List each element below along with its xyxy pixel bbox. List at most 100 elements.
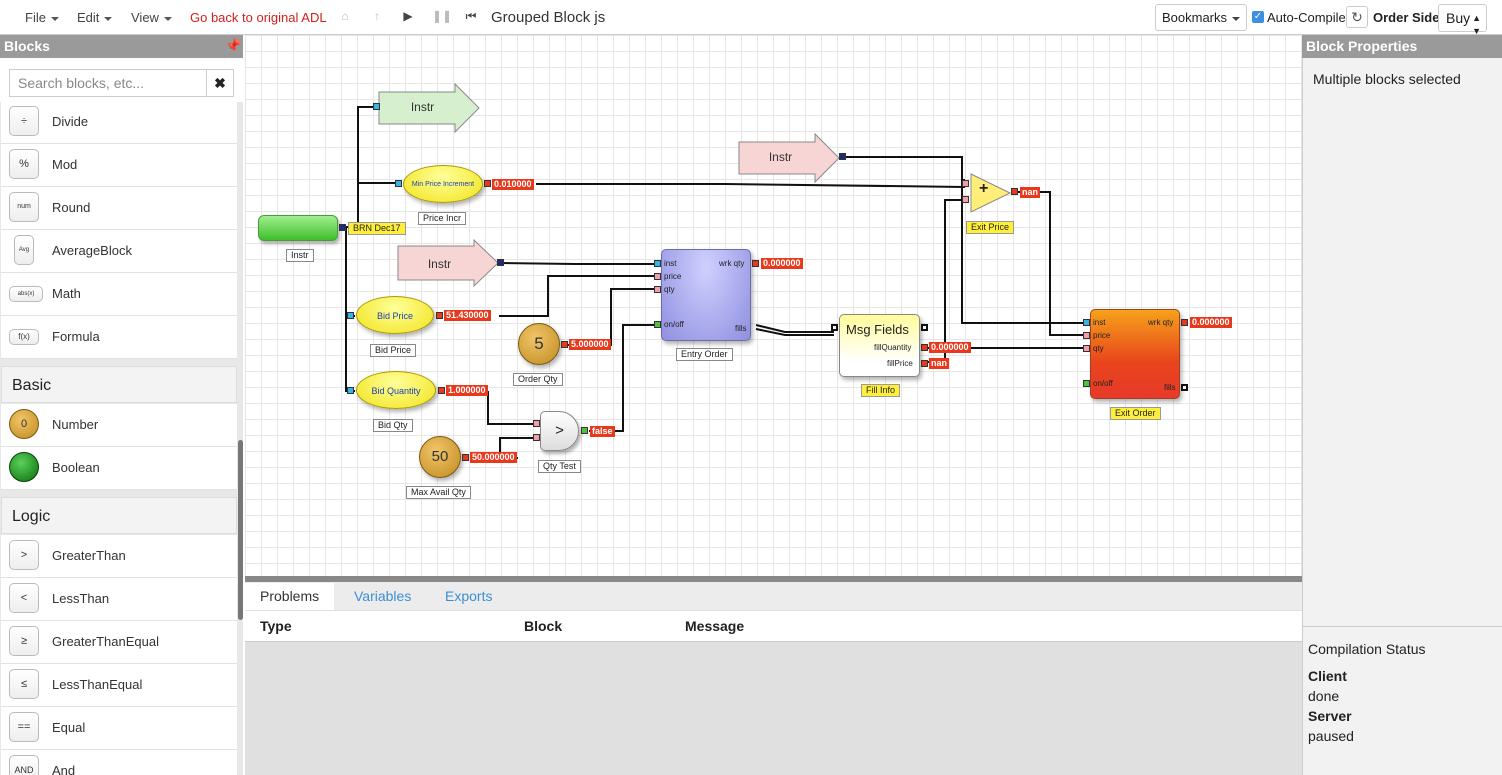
block-item-formula[interactable]: f(x) Formula	[1, 316, 237, 359]
chevron-down-icon	[163, 16, 172, 21]
go-back-link[interactable]: Go back to original ADL	[190, 10, 327, 25]
port-icon[interactable]	[462, 454, 469, 461]
port-icon[interactable]	[561, 341, 568, 348]
port-icon[interactable]	[347, 312, 354, 319]
min-price-inc-block[interactable]: Min Price Increment	[403, 165, 483, 203]
tab-variables[interactable]: Variables	[339, 583, 426, 610]
pause-icon[interactable]: ❚❚	[432, 9, 452, 23]
port-icon[interactable]	[1083, 345, 1090, 352]
port-icon[interactable]	[533, 434, 540, 441]
column-message[interactable]: Message	[685, 618, 744, 634]
port-icon[interactable]	[654, 286, 661, 293]
block-item-equal[interactable]: == Equal	[1, 707, 237, 750]
port-icon[interactable]	[395, 180, 402, 187]
menu-file[interactable]: File	[25, 10, 59, 25]
block-item-mod[interactable]: % Mod	[1, 144, 237, 187]
port-icon[interactable]	[654, 260, 661, 267]
port-icon[interactable]	[347, 387, 354, 394]
block-item-greaterthanequal[interactable]: ≥ GreaterThanEqual	[1, 621, 237, 664]
mod-icon: %	[9, 149, 39, 179]
port-icon[interactable]	[581, 427, 588, 434]
block-item-number[interactable]: 0 Number	[1, 404, 237, 447]
skip-back-icon[interactable]: ⏮	[464, 9, 478, 23]
qty-test-caption: Qty Test	[538, 460, 581, 473]
column-type[interactable]: Type	[260, 618, 292, 634]
block-item-round[interactable]: num Round	[1, 187, 237, 230]
block-item-averageblock[interactable]: Avg AverageBlock	[1, 230, 237, 273]
block-item-math[interactable]: abs(x) Math	[1, 273, 237, 316]
port-icon[interactable]	[752, 260, 759, 267]
refresh-button[interactable]: ↻	[1346, 6, 1368, 28]
port-icon[interactable]	[1181, 319, 1188, 326]
formula-icon: f(x)	[9, 329, 39, 345]
exit-price-block[interactable]	[969, 172, 1013, 214]
menu-view[interactable]: View	[131, 10, 172, 25]
bid-price-value: 51.430000	[444, 310, 491, 321]
port-icon[interactable]	[339, 224, 346, 231]
instr-source-block[interactable]	[258, 215, 338, 241]
block-item-boolean[interactable]: Boolean	[1, 447, 237, 490]
port-icon[interactable]	[438, 387, 445, 394]
port-icon[interactable]	[962, 196, 969, 203]
port-icon[interactable]	[1083, 332, 1090, 339]
port-icon[interactable]	[654, 273, 661, 280]
port-icon[interactable]	[921, 324, 928, 331]
and-icon: AND	[9, 755, 39, 775]
bid-price-caption: Bid Price	[370, 344, 417, 357]
port-icon[interactable]	[1011, 188, 1018, 195]
port-icon[interactable]	[962, 180, 969, 187]
block-item-divide[interactable]: ÷ Divide	[1, 101, 237, 144]
port-icon[interactable]	[484, 180, 491, 187]
port-icon[interactable]	[373, 103, 380, 110]
instr-right-label: Instr	[768, 150, 793, 164]
order-side-label: Order Side	[1373, 10, 1440, 25]
port-icon[interactable]	[436, 312, 443, 319]
play-icon[interactable]: ▶	[401, 9, 415, 23]
port-icon[interactable]	[831, 324, 838, 331]
port-icon[interactable]	[1083, 319, 1090, 326]
server-status: paused	[1308, 728, 1354, 744]
search-input[interactable]: Search blocks, etc...	[9, 69, 207, 97]
bid-qty-caption: Bid Qty	[373, 419, 413, 432]
block-item-greaterthan[interactable]: > GreaterThan	[1, 535, 237, 578]
round-icon: num	[9, 192, 39, 222]
bid-qty-block[interactable]: Bid Quantity	[356, 371, 436, 409]
bookmarks-button[interactable]: Bookmarks	[1155, 4, 1247, 31]
section-logic[interactable]: Logic	[1, 497, 237, 534]
max-avail-number[interactable]: 50	[419, 436, 461, 478]
port-icon[interactable]	[654, 321, 661, 328]
column-block[interactable]: Block	[524, 618, 562, 634]
auto-compile-checkbox[interactable]: ✓	[1252, 11, 1264, 23]
exit-order-caption: Exit Order	[1110, 407, 1161, 420]
qty-test-block[interactable]: >	[540, 411, 579, 451]
clear-search-button[interactable]: ✖	[206, 69, 234, 97]
block-properties-panel	[1302, 35, 1502, 775]
port-icon[interactable]	[921, 344, 928, 351]
exit-price-caption: Exit Price	[966, 221, 1015, 234]
exit-wrkqty-label: wrk qty	[1148, 318, 1174, 327]
block-item-lessthanequal[interactable]: ≤ LessThanEqual	[1, 664, 237, 707]
tab-exports[interactable]: Exports	[430, 583, 507, 610]
auto-compile-label: Auto-Compile	[1267, 10, 1346, 25]
home-icon[interactable]: ⌂	[338, 9, 352, 23]
qty-test-value: false	[590, 426, 615, 437]
order-qty-number[interactable]: 5	[518, 323, 560, 365]
pin-icon[interactable]: 📌	[225, 38, 241, 54]
tab-problems[interactable]: Problems	[245, 583, 335, 610]
port-icon[interactable]	[497, 259, 504, 266]
section-basic[interactable]: Basic	[1, 366, 237, 403]
port-icon[interactable]	[1181, 384, 1188, 391]
bid-price-block[interactable]: Bid Price	[356, 296, 434, 334]
order-side-select[interactable]: Buy ▲ ▼	[1438, 4, 1487, 36]
sidebar-scrollbar[interactable]	[238, 440, 243, 620]
menu-edit[interactable]: Edit	[77, 10, 113, 25]
msg-fields-title: Msg Fields	[846, 322, 909, 337]
port-icon[interactable]	[533, 420, 540, 427]
max-avail-caption: Max Avail Qty	[406, 486, 471, 499]
port-icon[interactable]	[1083, 380, 1090, 387]
port-icon[interactable]	[921, 360, 928, 367]
block-item-and[interactable]: AND And	[1, 750, 237, 775]
port-icon[interactable]	[839, 153, 846, 160]
up-arrow-icon[interactable]: ↑	[370, 9, 384, 23]
block-item-lessthan[interactable]: < LessThan	[1, 578, 237, 621]
